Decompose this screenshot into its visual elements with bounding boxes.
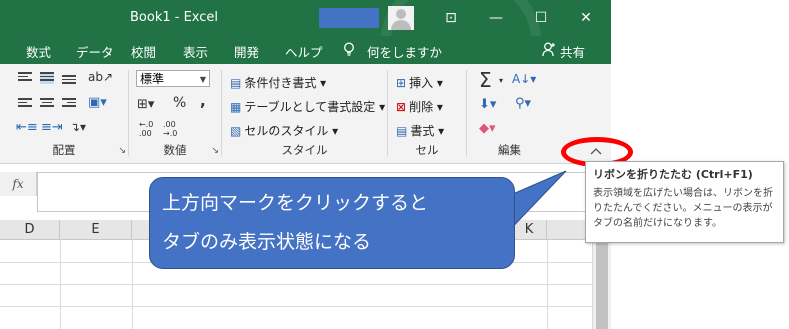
column-header-d[interactable]: D <box>0 220 60 240</box>
cells-group: ⊞ 挿入 ▾ ⊠ 削除 ▾ ▤ 書式 ▾ セル <box>388 66 466 160</box>
comma-button[interactable]: , <box>200 92 206 110</box>
title-bar: Book1 - Excel ⊡ — ☐ ✕ <box>0 0 611 110</box>
format-as-table-button[interactable]: ▦ テーブルとして書式設定 ▾ <box>230 98 385 115</box>
clear-icon[interactable]: ◆▾ <box>479 121 496 136</box>
autosum-button[interactable]: Σ <box>479 68 492 92</box>
sort-filter-icon[interactable]: A↓▾ <box>512 72 536 86</box>
increase-indent-icon[interactable]: ≡⇥ <box>41 120 63 135</box>
number-format-select[interactable]: 標準 ▼ <box>136 70 210 87</box>
avatar[interactable] <box>388 6 414 30</box>
tooltip-title: リボンを折りたたむ (Ctrl+F1) <box>593 168 753 181</box>
tooltip-body: 表示領域を広げたい場合は、リボンを折りたたんでください。メニューの表示がタブの名… <box>593 188 773 229</box>
cell-styles-button[interactable]: ▧ セルのスタイル ▾ <box>230 122 338 139</box>
tab-developer[interactable]: 開発 <box>234 42 259 61</box>
tab-formulas[interactable]: 数式 <box>26 42 51 61</box>
person-icon <box>542 42 556 60</box>
callout-line-1: 上方向マークをクリックすると <box>162 192 429 214</box>
ribbon-display-options-icon[interactable]: ⊡ <box>439 6 463 30</box>
fill-icon[interactable]: ⬇▾ <box>479 97 496 112</box>
editing-group: Σ ▾ A↓▾ ⬇▾ ⚲▾ ◆▾ 編集 <box>467 66 552 160</box>
insert-cells-button[interactable]: ⊞ 挿入 ▾ <box>396 74 443 91</box>
alignment-dialog-launcher-icon[interactable]: ↘ <box>118 146 126 156</box>
percent-button[interactable]: % <box>173 95 186 111</box>
share-button[interactable]: 共有 <box>560 42 585 61</box>
align-bottom-icon[interactable] <box>62 75 76 87</box>
editing-group-label: 編集 <box>498 143 521 157</box>
alignment-group-label: 配置 <box>52 143 76 157</box>
callout-bubble: 上方向マークをクリックすると タブのみ表示状態になる <box>149 177 515 269</box>
currency-format-icon[interactable]: ⊞▾ <box>137 97 154 112</box>
align-top-icon[interactable] <box>18 72 32 84</box>
merge-center-icon[interactable]: ▣▾ <box>88 95 107 110</box>
number-group-label: 数値 <box>163 143 187 157</box>
decrease-indent-icon[interactable]: ⇤≡ <box>16 120 38 135</box>
lightbulb-icon <box>343 42 355 60</box>
column-header-k[interactable]: K <box>512 220 547 240</box>
tab-view[interactable]: 表示 <box>183 42 208 61</box>
align-right-icon[interactable] <box>62 98 76 110</box>
align-left-icon[interactable] <box>18 98 32 110</box>
styles-group-label: スタイル <box>281 143 328 157</box>
conditional-formatting-button[interactable]: ▤ 条件付き書式 ▾ <box>230 74 326 91</box>
tab-review[interactable]: 校閲 <box>131 42 156 61</box>
number-dialog-launcher-icon[interactable]: ↘ <box>211 146 219 156</box>
window-title: Book1 - Excel <box>130 10 219 25</box>
increase-decimal-icon[interactable]: ←.0 .00 <box>139 120 153 138</box>
maximize-button[interactable]: ☐ <box>529 6 553 30</box>
tell-me-search[interactable]: 何をしますか <box>367 42 442 61</box>
cells-group-label: セル <box>415 143 439 157</box>
account-name-box[interactable] <box>319 8 379 28</box>
format-cells-button[interactable]: ▤ 書式 ▾ <box>396 122 444 139</box>
excel-window: Book1 - Excel ⊡ — ☐ ✕ 数式 データ 校閲 表示 開発 ヘル… <box>0 0 611 329</box>
wrap-text-icon[interactable]: ↴▾ <box>70 120 86 134</box>
close-button[interactable]: ✕ <box>574 6 598 30</box>
find-select-icon[interactable]: ⚲▾ <box>515 96 531 111</box>
insert-function-button[interactable]: fx <box>0 172 37 196</box>
alignment-group: ab↗ ▣▾ ⇤≡ ≡⇥ ↴▾ 配置 ↘ <box>0 66 128 160</box>
callout-line-2: タブのみ表示状態になる <box>162 231 372 253</box>
align-middle-icon[interactable] <box>40 72 54 84</box>
column-header-e[interactable]: E <box>60 220 132 240</box>
number-group: 標準 ▼ ⊞▾ % , ←.0 .00 .00 →.0 数値 ↘ <box>129 66 221 160</box>
ribbon: ab↗ ▣▾ ⇤≡ ≡⇥ ↴▾ 配置 ↘ 標準 ▼ ⊞▾ % , ←.0 .00 … <box>0 64 611 164</box>
orientation-icon[interactable]: ab↗ <box>88 70 113 84</box>
align-center-icon[interactable] <box>40 98 54 110</box>
collapse-ribbon-tooltip: リボンを折りたたむ (Ctrl+F1) 表示領域を広げたい場合は、リボンを折りた… <box>585 161 784 243</box>
delete-cells-button[interactable]: ⊠ 削除 ▾ <box>396 98 443 115</box>
ribbon-tabs: 数式 データ 校閲 表示 開発 ヘルプ 何をしますか 共有 <box>0 36 611 64</box>
autosum-dropdown-icon[interactable]: ▾ <box>499 76 503 85</box>
decrease-decimal-icon[interactable]: .00 →.0 <box>163 120 177 138</box>
tab-data[interactable]: データ <box>76 42 114 61</box>
minimize-button[interactable]: — <box>484 6 508 30</box>
tab-help[interactable]: ヘルプ <box>285 42 323 61</box>
styles-group: ▤ 条件付き書式 ▾ ▦ テーブルとして書式設定 ▾ ▧ セルのスタイル ▾ スタイル <box>222 66 387 160</box>
